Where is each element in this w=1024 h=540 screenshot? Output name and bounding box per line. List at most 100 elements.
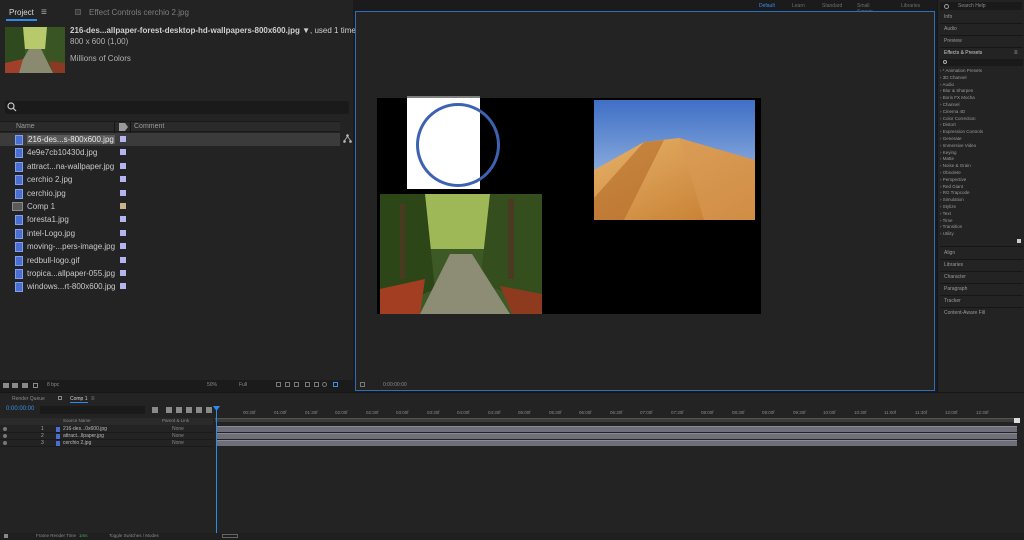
layer-desert-image[interactable]: [594, 100, 755, 220]
tab-project[interactable]: Project: [6, 4, 37, 21]
transparency-grid-icon[interactable]: [294, 382, 299, 387]
viewer-timecode[interactable]: 0:00:00:00: [383, 382, 407, 388]
playhead-line[interactable]: [216, 406, 217, 534]
effects-search-input[interactable]: [940, 59, 1023, 66]
exposure-icon[interactable]: [333, 382, 338, 387]
effect-category[interactable]: › Immersive Video: [940, 143, 976, 148]
panel-effects-presets[interactable]: Effects & Presets: [944, 50, 982, 56]
list-item[interactable]: intel-Logo.jpg: [0, 227, 340, 240]
zoom-slider[interactable]: [222, 534, 238, 538]
new-composition-icon[interactable]: [22, 383, 28, 388]
timeline-layer-row[interactable]: 3 cerchio 2.jpg None: [0, 440, 213, 447]
3d-view-icon[interactable]: [314, 382, 319, 387]
label-swatch[interactable]: [120, 189, 126, 196]
label-swatch[interactable]: [120, 256, 126, 263]
list-item[interactable]: Comp 1: [0, 200, 340, 213]
timeline-layer-row[interactable]: 1 216-des...0x600.jpg None: [0, 426, 213, 433]
effect-category[interactable]: › Audio: [940, 82, 954, 87]
list-item[interactable]: windows...rt-800x600.jpg: [0, 280, 340, 293]
panel-paragraph[interactable]: Paragraph: [944, 286, 967, 292]
zoom-dropdown[interactable]: 50%: [207, 382, 217, 388]
effect-category[interactable]: › Keying: [940, 150, 957, 155]
grid-icon[interactable]: [276, 382, 281, 387]
label-swatch[interactable]: [120, 162, 126, 169]
layer-name[interactable]: cerchio 2.jpg: [63, 440, 91, 446]
bit-depth-button[interactable]: 8 bpc: [47, 382, 59, 388]
panel-tracker[interactable]: Tracker: [944, 298, 961, 304]
panel-preview[interactable]: Preview: [944, 38, 962, 44]
effect-category[interactable]: › Simulation: [940, 197, 964, 202]
label-swatch[interactable]: [120, 136, 126, 142]
effect-category[interactable]: › Color Correction: [940, 116, 976, 121]
effect-category[interactable]: › Transition: [940, 224, 962, 229]
list-item[interactable]: cerchio 2.jpg: [0, 173, 340, 186]
effect-category[interactable]: › Noise & Grain: [940, 163, 971, 168]
work-area-bar[interactable]: [215, 418, 1017, 422]
label-tag-icon[interactable]: [119, 123, 128, 131]
toggle-switches-modes[interactable]: Toggle Switches / Modes: [109, 533, 159, 538]
list-item[interactable]: 216-des...s-800x600.jpg: [0, 133, 340, 147]
panel-menu-icon[interactable]: ≡: [1014, 50, 1018, 56]
effect-category[interactable]: › Perspective: [940, 177, 966, 182]
timeline-layer-row[interactable]: 2 attract...llpaper.jpg None: [0, 433, 213, 440]
tab-render-queue[interactable]: Render Queue: [12, 396, 45, 402]
panel-content-aware-fill[interactable]: Content-Aware Fill: [944, 310, 985, 316]
effect-category[interactable]: › Distort: [940, 122, 956, 127]
effect-category[interactable]: › Time: [940, 218, 953, 223]
effect-category[interactable]: › * Animation Presets: [940, 68, 982, 73]
label-swatch[interactable]: [120, 270, 126, 276]
effect-category[interactable]: › Boris FX Mocha: [940, 95, 975, 100]
new-folder-icon[interactable]: [12, 383, 18, 388]
workspace-standard[interactable]: Standard: [822, 3, 842, 9]
workspace-default[interactable]: Default: [759, 3, 775, 9]
color-picker-icon[interactable]: [322, 382, 327, 387]
effect-category[interactable]: › Utility: [940, 231, 954, 236]
visibility-eye-icon[interactable]: [3, 434, 7, 438]
mask-visibility-icon[interactable]: [285, 382, 290, 387]
column-divider[interactable]: [114, 122, 115, 133]
region-of-interest-icon[interactable]: [305, 382, 310, 387]
draft-3d-icon[interactable]: [166, 407, 172, 413]
close-icon[interactable]: [58, 396, 62, 400]
interpret-footage-icon[interactable]: [3, 383, 9, 388]
list-item[interactable]: foresta1.jpg: [0, 213, 340, 226]
panel-menu-icon[interactable]: ≡: [91, 396, 95, 402]
list-item[interactable]: cerchio.jpg: [0, 187, 340, 200]
visibility-eye-icon[interactable]: [3, 427, 7, 431]
effect-category[interactable]: › Text: [940, 211, 951, 216]
parent-dropdown[interactable]: None: [172, 440, 184, 446]
shy-layers-icon[interactable]: [176, 407, 182, 413]
panel-menu-icon[interactable]: ≡: [41, 4, 47, 21]
frame-blending-icon[interactable]: [186, 407, 192, 413]
lock-icon[interactable]: [75, 9, 81, 15]
effect-category[interactable]: › Red Giant: [940, 184, 963, 189]
timeline-search-input[interactable]: [40, 406, 145, 414]
workspace-libraries[interactable]: Libraries: [901, 3, 920, 9]
effect-category[interactable]: › Cinema 4D: [940, 109, 965, 114]
project-search-input[interactable]: [5, 101, 349, 114]
effect-category[interactable]: › Matte: [940, 156, 954, 161]
effect-category[interactable]: › Generate: [940, 136, 962, 141]
panel-character[interactable]: Character: [944, 274, 966, 280]
camera-icon[interactable]: [360, 382, 365, 387]
tab-effect-controls[interactable]: Effect Controls cerchio 2.jpg: [75, 4, 189, 21]
list-item[interactable]: moving-...pers-image.jpg: [0, 240, 340, 253]
layer-name[interactable]: attract...llpaper.jpg: [63, 433, 104, 439]
parent-dropdown[interactable]: None: [172, 433, 184, 439]
workspace-learn[interactable]: Learn: [792, 3, 805, 9]
work-area-end-handle[interactable]: [1014, 418, 1020, 423]
effect-category[interactable]: › Obsolete: [940, 170, 961, 175]
column-name[interactable]: Name: [16, 123, 35, 130]
panel-audio[interactable]: Audio: [944, 26, 957, 32]
project-settings-icon[interactable]: [33, 383, 38, 388]
parent-dropdown[interactable]: None: [172, 426, 184, 432]
column-comment[interactable]: Comment: [134, 123, 164, 130]
layer-name[interactable]: 216-des...0x600.jpg: [63, 426, 107, 432]
layer-duration-bar[interactable]: [217, 440, 1017, 446]
motion-blur-icon[interactable]: [196, 407, 202, 413]
panel-libraries[interactable]: Libraries: [944, 262, 963, 268]
flowchart-icon[interactable]: [343, 134, 352, 143]
effect-category[interactable]: › 3D Channel: [940, 75, 967, 80]
effect-category[interactable]: › Channel: [940, 102, 960, 107]
label-swatch[interactable]: [120, 243, 126, 250]
